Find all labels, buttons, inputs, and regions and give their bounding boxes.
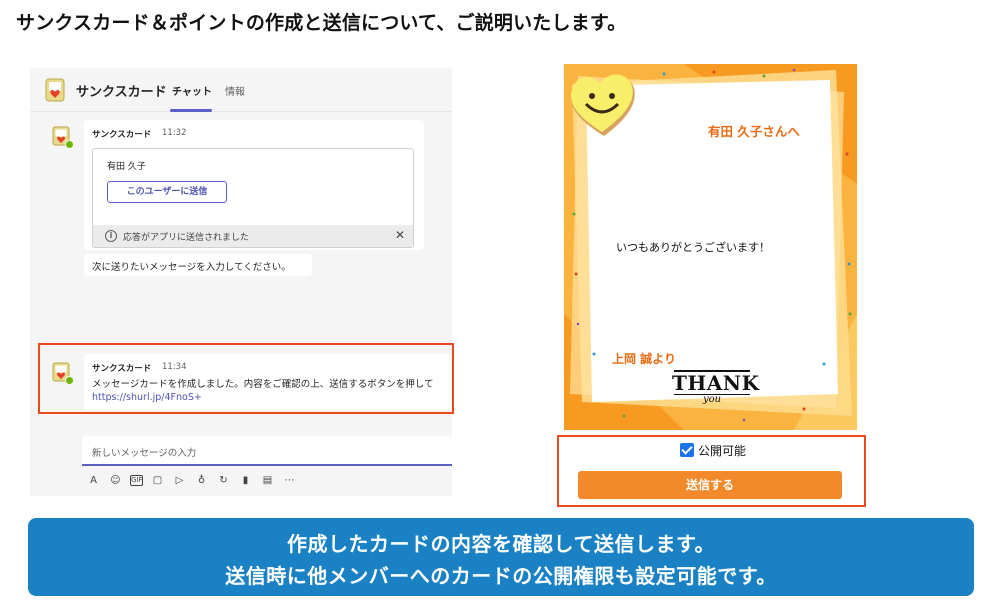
online-status-icon <box>65 140 74 149</box>
card-status-text: 応答がアプリに送信されました <box>123 233 250 243</box>
thanks-card-app-icon <box>45 78 65 102</box>
card-sender: 上岡 誠より <box>612 352 676 366</box>
highlight-frame-message <box>38 343 454 414</box>
compose-placeholder: 新しいメッセージの入力 <box>92 448 197 459</box>
public-checkbox[interactable] <box>680 443 694 457</box>
thank-text: THANK <box>672 370 760 395</box>
gif-icon[interactable]: GIF <box>130 474 143 486</box>
chat-header: サンクスカード チャット 情報 <box>30 68 452 112</box>
public-option: 公開可能 <box>680 441 746 459</box>
bot-message-prompt: 次に送りたいメッセージを入力してください。 <box>84 254 312 276</box>
more-icon[interactable]: ⋯ <box>282 473 297 488</box>
tab-info[interactable]: 情報 <box>225 83 245 98</box>
compose-toolbar: A ☺ GIF ▢ ▷ ♁ ↻ ▮ ▤ ⋯ <box>86 471 297 489</box>
card-recipient: 有田 久子さんへ <box>708 124 800 139</box>
send-button[interactable]: 送信する <box>578 471 842 499</box>
format-icon[interactable]: A <box>86 473 101 488</box>
send-to-user-button[interactable]: このユーザーに送信 <box>107 181 227 203</box>
sticker-icon[interactable]: ▢ <box>150 473 165 488</box>
info-icon: i <box>105 230 117 242</box>
card-message: いつもありがとうございます！ <box>616 241 770 254</box>
bot-avatar <box>52 126 74 149</box>
thanks-card-preview: 有田 久子さんへ いつもありがとうございます！ 上岡 誠より THANK you <box>564 64 857 430</box>
active-tab-indicator <box>170 109 212 112</box>
recipient-name: 有田 久子 <box>107 162 146 172</box>
banner-line-2: 送信時に他メンバーへのカードの公開権限も設定可能です。 <box>225 564 777 588</box>
adaptive-card: 有田 久子 このユーザーに送信 i 応答がアプリに送信されました ✕ <box>92 148 414 248</box>
bot-message-card: サンクスカード 11:32 有田 久子 このユーザーに送信 i 応答がアプリに送… <box>84 120 424 250</box>
forms-icon[interactable]: ▤ <box>260 473 275 488</box>
explanation-banner: 作成したカードの内容を確認して送信します。 送信時に他メンバーへのカードの公開権… <box>28 518 974 596</box>
close-icon[interactable]: ✕ <box>395 228 405 242</box>
banner-line-1: 作成したカードの内容を確認して送信します。 <box>287 532 715 556</box>
card-status-bar: i 応答がアプリに送信されました ✕ <box>93 225 413 247</box>
app-title: サンクスカード <box>76 85 167 100</box>
page-title: サンクスカード＆ポイントの作成と送信について、ご説明いたします。 <box>16 12 627 34</box>
send-later-icon[interactable]: ▷ <box>172 473 187 488</box>
public-label: 公開可能 <box>698 443 747 458</box>
message-time: 11:32 <box>162 128 187 138</box>
you-text: you <box>702 394 722 405</box>
praise-icon[interactable]: ♁ <box>194 473 209 488</box>
message-sender: サンクスカード <box>92 130 152 140</box>
emoji-icon[interactable]: ☺ <box>108 473 123 488</box>
tab-chat[interactable]: チャット <box>172 83 212 98</box>
compose-box[interactable]: 新しいメッセージの入力 <box>82 436 452 466</box>
loop-icon[interactable]: ↻ <box>216 473 231 488</box>
thank-you-logo: THANK you <box>672 370 760 405</box>
prompt-text: 次に送りたいメッセージを入力してください。 <box>92 262 291 273</box>
approvals-icon[interactable]: ▮ <box>238 473 253 488</box>
teams-chat-panel: サンクスカード チャット 情報 サンクスカード 11:32 有田 久子 このユー… <box>30 68 452 496</box>
